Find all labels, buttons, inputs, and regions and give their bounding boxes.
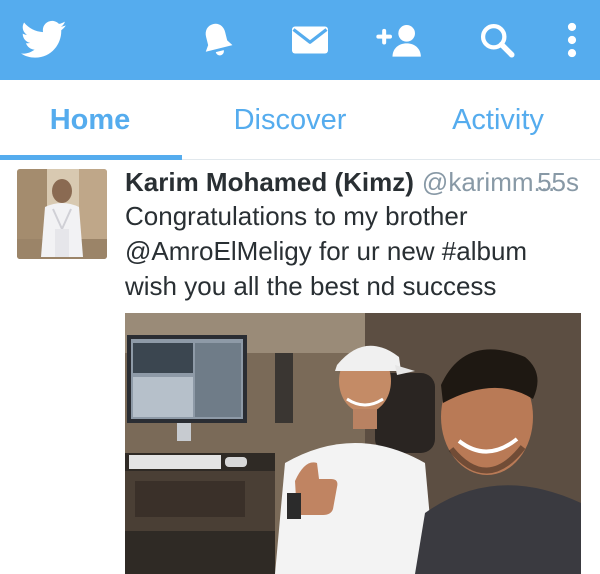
tweet-photo[interactable] <box>125 313 581 574</box>
active-tab-indicator <box>0 155 182 160</box>
tweet-text-line: @AmroElMeligy for ur new #album <box>125 236 528 266</box>
bell-icon[interactable] <box>195 0 239 80</box>
tweet-header: Karim Mohamed (Kimz) @karimm... 55s <box>125 165 585 199</box>
twitter-bird-icon[interactable] <box>18 0 70 80</box>
overflow-menu-icon[interactable] <box>560 0 584 80</box>
add-user-icon[interactable] <box>372 0 428 80</box>
author-name[interactable]: Karim Mohamed (Kimz) <box>125 167 414 197</box>
tab-bar: Home Discover Activity <box>0 80 600 160</box>
search-icon[interactable] <box>474 0 520 80</box>
envelope-icon[interactable] <box>288 0 332 80</box>
tab-activity[interactable]: Activity <box>398 80 598 160</box>
top-action-bar <box>0 0 600 80</box>
tweet-item[interactable]: Karim Mohamed (Kimz) @karimm... 55s Congr… <box>0 161 600 574</box>
tweet-text: Congratulations to my brother @AmroElMel… <box>125 199 595 304</box>
tweet-timestamp: 55s <box>537 167 579 197</box>
tab-home[interactable]: Home <box>0 80 190 160</box>
tweet-text-line: Congratulations to my brother <box>125 201 468 231</box>
author-handle[interactable]: @karimm... <box>422 167 555 197</box>
tab-discover[interactable]: Discover <box>190 80 390 160</box>
avatar[interactable] <box>17 169 107 259</box>
tweet-text-line: wish you all the best nd success <box>125 271 497 301</box>
